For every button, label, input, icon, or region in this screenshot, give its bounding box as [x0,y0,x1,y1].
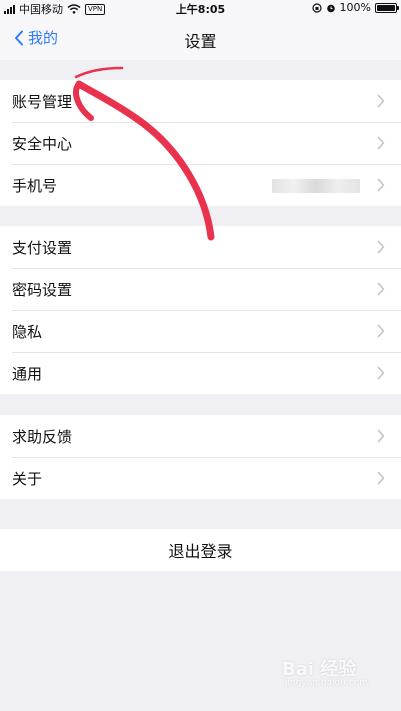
settings-item-privacy[interactable]: 隐私 [0,310,401,352]
settings-item-label: 密码设置 [12,280,73,299]
alarm-icon [326,4,335,12]
chevron-right-icon [377,429,385,443]
settings-item-payment[interactable]: 支付设置 [0,226,401,268]
battery-icon [375,2,399,13]
settings-group-account: 账号管理 安全中心 手机号 [0,80,401,206]
settings-item-password[interactable]: 密码设置 [0,268,401,310]
nav-bar: 我的 设置 [0,16,401,60]
chevron-right-icon [377,471,385,485]
watermark-url: jingyan.baidu.com [285,678,369,688]
settings-item-label: 安全中心 [12,134,73,153]
chevron-right-icon [377,94,385,108]
settings-group-preferences: 支付设置 密码设置 隐私 通用 [0,226,401,394]
status-right: 100% [311,1,399,14]
settings-item-help-feedback[interactable]: 求助反馈 [0,415,401,457]
chevron-right-icon [377,178,385,192]
phone-number-masked-value [272,179,360,193]
page-title: 设置 [184,32,217,51]
status-bar: 中国移动 VPN 上午8:05 100% [0,0,401,16]
settings-item-general[interactable]: 通用 [0,352,401,394]
chevron-right-icon [377,240,385,254]
settings-item-account-management[interactable]: 账号管理 [0,80,401,122]
settings-item-security-center[interactable]: 安全中心 [0,122,401,164]
settings-item-label: 求助反馈 [12,427,73,446]
settings-item-label: 支付设置 [12,238,73,257]
settings-item-label: 隐私 [12,322,43,341]
settings-item-label: 关于 [12,469,43,488]
settings-item-about[interactable]: 关于 [0,457,401,499]
chevron-right-icon [377,324,385,338]
chevron-right-icon [377,136,385,150]
battery-label: 100% [339,1,371,14]
logout-button[interactable]: 退出登录 [0,529,401,571]
settings-item-label: 手机号 [12,176,58,195]
settings-item-phone-number[interactable]: 手机号 [0,164,401,206]
settings-item-label: 通用 [12,364,43,383]
settings-item-label: 账号管理 [12,92,73,111]
settings-group-support: 求助反馈 关于 [0,415,401,499]
chevron-right-icon [377,366,385,380]
orientation-lock-icon [311,2,322,13]
chevron-right-icon [377,282,385,296]
